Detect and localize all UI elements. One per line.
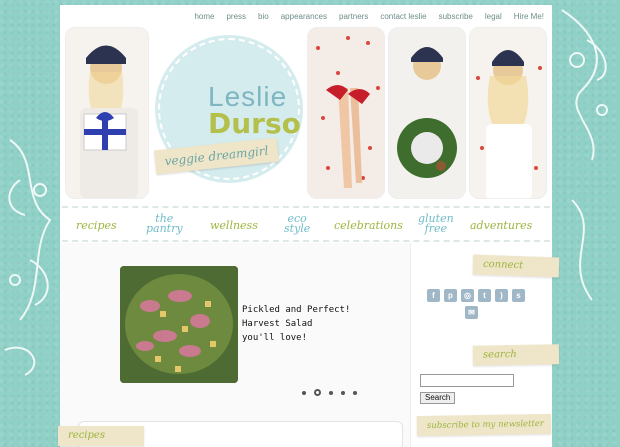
nav-celebrations[interactable]: celebrations [334, 220, 403, 231]
nav-contact-link[interactable]: contact leslie [380, 12, 426, 21]
slideshow-dot[interactable] [302, 390, 306, 395]
nav-wellness[interactable]: wellness [210, 220, 258, 231]
nav-appearances-link[interactable]: appearances [281, 12, 327, 21]
nav-home-link[interactable]: home [194, 12, 214, 21]
recipes-heading: recipes [58, 426, 144, 446]
rss-icon[interactable]: ) [495, 289, 508, 302]
connect-heading: connect [472, 254, 560, 278]
main-content: Pickled and Perfect! Harvest Salad you'l… [60, 243, 410, 447]
nav-partners-link[interactable]: partners [339, 12, 368, 21]
newsletter-heading: subscribe to my newsletter [416, 413, 552, 437]
top-navigation: home press bio appearances partners cont… [194, 12, 544, 21]
main-navigation: recipes the pantry wellness eco style ce… [62, 206, 550, 242]
slide-image-harvest-salad[interactable] [120, 266, 238, 383]
nav-bio-link[interactable]: bio [258, 12, 269, 21]
search-heading: search [472, 344, 560, 366]
sidebar: connect f p ◎ t ) s ✉ search Search subs… [410, 243, 560, 447]
photo-red-shoes[interactable] [307, 27, 385, 199]
slideshow-dot[interactable] [314, 389, 321, 396]
twitter-icon[interactable]: t [478, 289, 491, 302]
slide-caption-line3: you'll love! [242, 333, 308, 343]
nav-gluten-free-line2: free [424, 222, 448, 235]
photo-gift-box[interactable] [65, 27, 149, 199]
slide-caption-line2: Harvest Salad [242, 319, 313, 329]
nav-gluten-free[interactable]: gluten free [418, 213, 454, 235]
search-button[interactable]: Search [420, 392, 456, 404]
photo-surprised[interactable] [469, 27, 547, 199]
page-container: home press bio appearances partners cont… [60, 5, 560, 447]
social-icons: f p ◎ t ) s ✉ [427, 289, 527, 319]
slideshow-pagination [302, 389, 357, 396]
slideshow-dot[interactable] [329, 390, 333, 395]
nav-press-link[interactable]: press [226, 12, 246, 21]
instagram-icon[interactable]: ◎ [461, 289, 474, 302]
nav-eco-style[interactable]: eco style [284, 213, 311, 235]
logo-last-name[interactable]: Durso [208, 107, 301, 140]
search-input[interactable] [420, 374, 514, 387]
nav-subscribe-link[interactable]: subscribe [439, 12, 473, 21]
photo-wreath[interactable] [388, 27, 466, 199]
floral-left-decoration [4, 139, 52, 376]
slide-caption-line1: Pickled and Perfect! [242, 305, 351, 315]
nav-eco-style-line2: style [284, 222, 311, 235]
nav-the-pantry-line2: pantry [146, 222, 183, 235]
stumbleupon-icon[interactable]: s [512, 289, 525, 302]
floral-right-decoration [561, 9, 608, 301]
slideshow-dot[interactable] [353, 390, 357, 395]
nav-legal-link[interactable]: legal [485, 12, 502, 21]
nav-adventures[interactable]: adventures [470, 220, 532, 231]
slide-caption[interactable]: Pickled and Perfect! Harvest Salad you'l… [242, 303, 392, 345]
nav-recipes[interactable]: recipes [76, 220, 117, 231]
pinterest-icon[interactable]: p [444, 289, 457, 302]
nav-the-pantry[interactable]: the pantry [146, 213, 183, 235]
slideshow-dot[interactable] [341, 390, 345, 395]
nav-hire-me-link[interactable]: Hire Me! [514, 12, 544, 21]
email-icon[interactable]: ✉ [465, 306, 478, 319]
facebook-icon[interactable]: f [427, 289, 440, 302]
